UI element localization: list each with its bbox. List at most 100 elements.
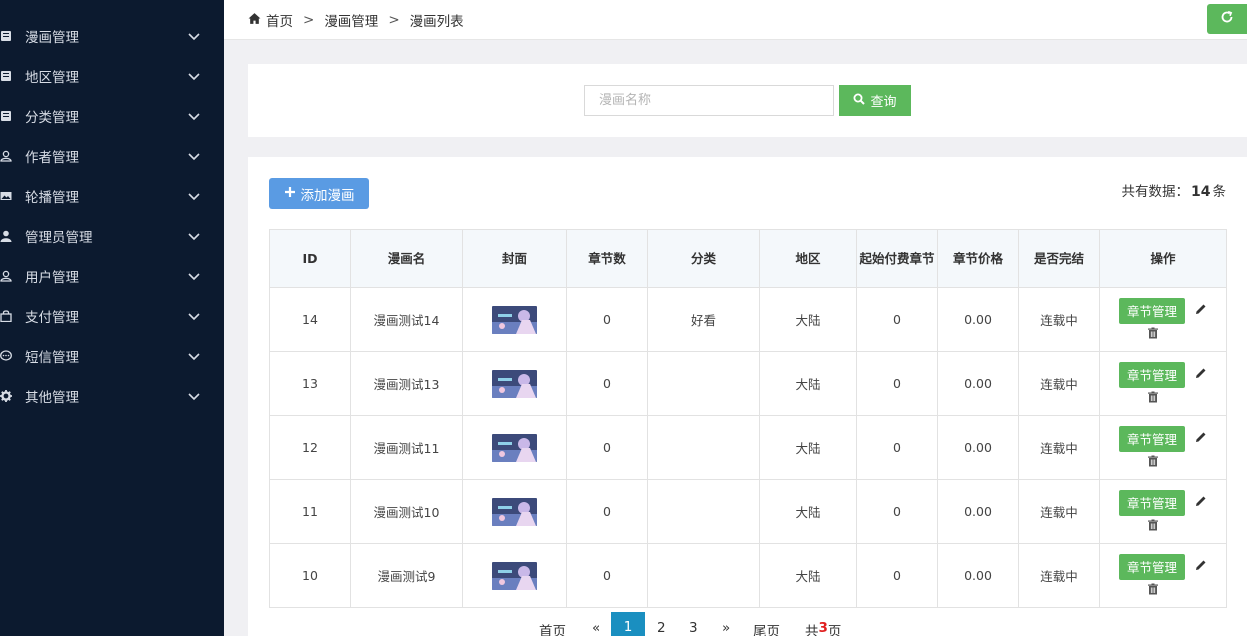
sidebar-item-categories[interactable]: 分类管理	[0, 96, 224, 136]
cell-chapters: 0	[566, 415, 648, 480]
cell-chapters: 0	[566, 479, 648, 544]
cell-cover	[462, 287, 567, 352]
chapter-management-button[interactable]: 章节管理	[1119, 297, 1185, 324]
cell-actions: 章节管理	[1099, 479, 1227, 544]
trash-icon[interactable]	[1147, 391, 1159, 406]
pencil-icon[interactable]	[1195, 495, 1207, 510]
total-pages-number: 3	[818, 620, 828, 636]
breadcrumb-comic-management[interactable]: 漫画管理	[324, 10, 378, 30]
breadcrumb-home[interactable]: 首页	[266, 10, 293, 30]
prev-page-link[interactable]: «	[592, 612, 600, 636]
trash-icon[interactable]	[1147, 519, 1159, 534]
trash-icon[interactable]	[1147, 583, 1159, 598]
chevron-down-icon	[188, 350, 200, 362]
chapter-management-button[interactable]: 章节管理	[1119, 425, 1185, 452]
pencil-icon[interactable]	[1195, 559, 1207, 574]
header-paid-start: 起始付费章节	[856, 229, 938, 288]
trash-icon[interactable]	[1147, 327, 1159, 342]
sidebar-item-comics[interactable]: 漫画管理	[0, 16, 224, 56]
book-icon	[0, 110, 13, 123]
cell-actions: 章节管理	[1099, 351, 1227, 416]
chapter-management-button[interactable]: 章节管理	[1119, 489, 1185, 516]
page-link-1[interactable]: 1	[611, 612, 645, 636]
cell-chapters: 0	[566, 543, 648, 608]
total-pages-prefix: 共	[805, 624, 819, 636]
refresh-button[interactable]	[1207, 4, 1247, 34]
sidebar-item-carousel[interactable]: 轮播管理	[0, 176, 224, 216]
sidebar-item-authors[interactable]: 作者管理	[0, 136, 224, 176]
sidebar-item-label: 用户管理	[25, 270, 79, 286]
chapter-management-button[interactable]: 章节管理	[1119, 361, 1185, 388]
sidebar-item-users[interactable]: 用户管理	[0, 256, 224, 296]
table-header-row: ID 漫画名 封面 章节数 分类 地区 起始付费章节 章节价格 是否完结 操作	[269, 229, 1227, 288]
cell-paid-start: 0	[856, 287, 938, 352]
header-chapters: 章节数	[566, 229, 648, 288]
total-pages-suffix: 页	[827, 624, 842, 636]
search-button-label: 查询	[870, 95, 897, 110]
table-row: 13 漫画测试13 0 大陆 0 0.00 连载中 章节管理	[269, 351, 1227, 416]
home-icon	[248, 10, 266, 29]
table-row: 12 漫画测试11 0 大陆 0 0.00 连载中 章节管理	[269, 415, 1227, 480]
sidebar-item-sms[interactable]: 短信管理	[0, 336, 224, 376]
header-price: 章节价格	[937, 229, 1019, 288]
add-comic-button[interactable]: 添加漫画	[269, 178, 369, 209]
chat-icon	[0, 350, 13, 363]
cell-actions: 章节管理	[1099, 415, 1227, 480]
table-row: 14 漫画测试14 0 好看 大陆 0 0.00 连载中 章节管理	[269, 287, 1227, 352]
chevron-down-icon	[188, 70, 200, 82]
chevron-down-icon	[188, 110, 200, 122]
cover-thumbnail[interactable]	[492, 433, 537, 462]
cell-paid-start: 0	[856, 351, 938, 416]
page-link-2[interactable]: 2	[657, 612, 666, 636]
pagination: 首页 « 1 2 3 » 尾页 共3页	[248, 612, 1247, 636]
sidebar-item-regions[interactable]: 地区管理	[0, 56, 224, 96]
cell-paid-start: 0	[856, 543, 938, 608]
header-finished: 是否完结	[1018, 229, 1100, 288]
total-suffix: 条	[1212, 184, 1227, 200]
header-category: 分类	[647, 229, 760, 288]
last-page-link[interactable]: 尾页	[753, 612, 780, 636]
header-name: 漫画名	[350, 229, 463, 288]
breadcrumb: 首页 > 漫画管理 > 漫画列表	[248, 10, 464, 30]
total-prefix: 共有数据：	[1121, 184, 1190, 200]
first-page-link[interactable]: 首页	[539, 612, 566, 636]
total-count: 共有数据： 14 条	[1122, 180, 1226, 200]
next-page-link[interactable]: »	[722, 612, 730, 636]
cover-thumbnail[interactable]	[492, 497, 537, 526]
sidebar-item-label: 轮播管理	[25, 190, 79, 206]
search-button[interactable]: 查询	[839, 85, 911, 116]
cover-thumbnail[interactable]	[492, 305, 537, 334]
sidebar-item-other[interactable]: 其他管理	[0, 376, 224, 416]
chevron-down-icon	[188, 270, 200, 282]
cell-finished: 连载中	[1018, 287, 1100, 352]
cover-thumbnail[interactable]	[492, 561, 537, 590]
chevron-down-icon	[188, 30, 200, 42]
trash-icon[interactable]	[1147, 455, 1159, 470]
cell-finished: 连载中	[1018, 351, 1100, 416]
chevron-down-icon	[188, 190, 200, 202]
cell-finished: 连载中	[1018, 415, 1100, 480]
cell-price: 0.00	[937, 351, 1019, 416]
bag-icon	[0, 310, 13, 323]
sidebar-item-label: 作者管理	[25, 150, 79, 166]
sidebar-item-label: 地区管理	[25, 70, 79, 86]
sidebar-item-admins[interactable]: 管理员管理	[0, 216, 224, 256]
total-number: 14	[1191, 184, 1211, 200]
pencil-icon[interactable]	[1195, 431, 1207, 446]
search-icon	[853, 93, 866, 109]
cell-name: 漫画测试14	[350, 287, 463, 352]
pencil-icon[interactable]	[1195, 367, 1207, 382]
page-link-3[interactable]: 3	[689, 612, 698, 636]
cover-thumbnail[interactable]	[492, 369, 537, 398]
comic-name-search-input[interactable]	[584, 85, 834, 116]
table-row: 11 漫画测试10 0 大陆 0 0.00 连载中 章节管理	[269, 479, 1227, 544]
cell-category	[647, 479, 760, 544]
chapter-management-button[interactable]: 章节管理	[1119, 553, 1185, 580]
sidebar-item-payments[interactable]: 支付管理	[0, 296, 224, 336]
cell-category	[647, 543, 760, 608]
cell-id: 11	[269, 479, 351, 544]
header-region: 地区	[759, 229, 857, 288]
breadcrumb-separator: >	[303, 11, 315, 28]
cell-id: 14	[269, 287, 351, 352]
pencil-icon[interactable]	[1195, 303, 1207, 318]
